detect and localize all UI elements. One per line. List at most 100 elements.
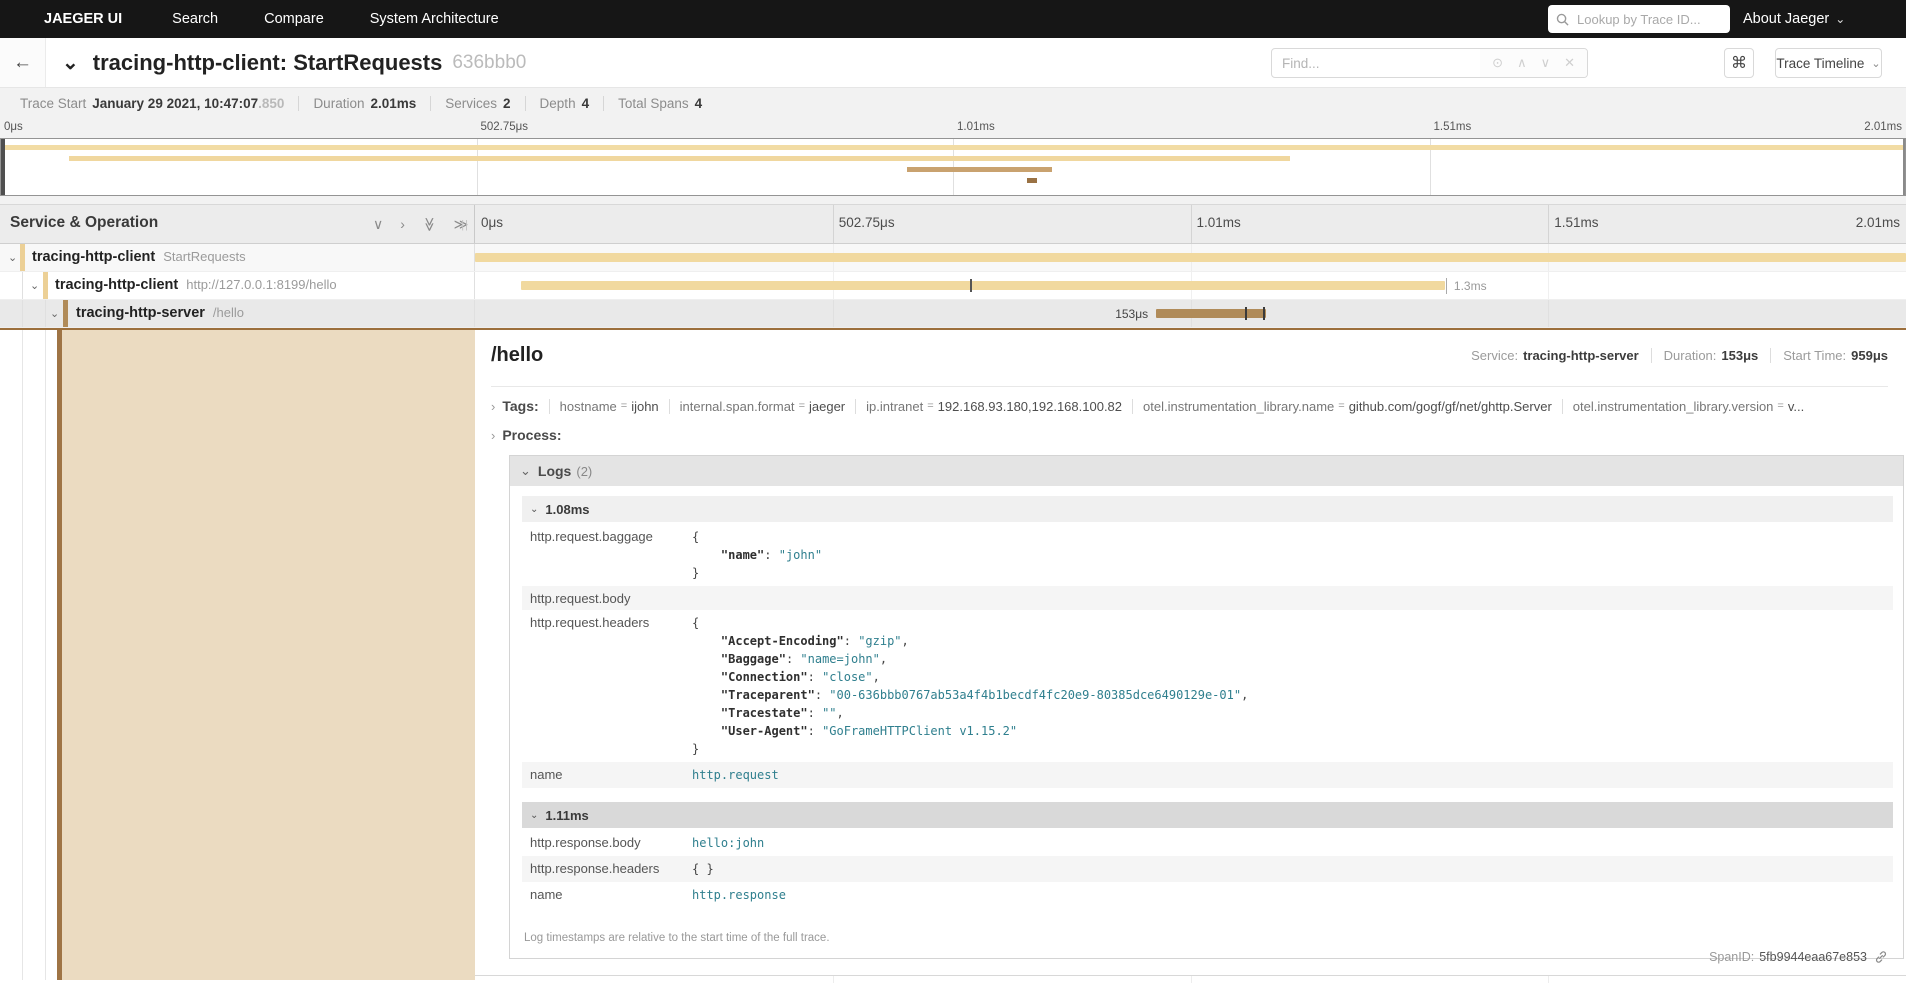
nav-item-system-architecture[interactable]: System Architecture <box>370 11 499 27</box>
span-duration-label: 1.3ms <box>1454 279 1487 293</box>
log-field-row: name http.response <box>522 882 1893 908</box>
span-name-cell[interactable]: ⌄ tracing-http-clienthttp://127.0.0.1:81… <box>0 272 475 299</box>
summary-services: Services 2 <box>430 96 510 111</box>
span-name-cell[interactable]: ⌄ tracing-http-clientStartRequests <box>0 244 475 271</box>
search-icon <box>1556 13 1569 26</box>
find-clear-icon[interactable]: ✕ <box>1564 55 1575 71</box>
span-row-startrequests[interactable]: ⌄ tracing-http-clientStartRequests <box>0 244 1906 272</box>
indent-guide <box>22 272 23 299</box>
tree-chevron-icon[interactable]: ⌄ <box>8 251 17 264</box>
tag-otel-lib-name: otel.instrumentation_library.name = gith… <box>1132 399 1552 414</box>
logs-accordian[interactable]: ⌄ Logs (2) <box>510 456 1903 486</box>
service-color-stripe <box>20 244 25 271</box>
indent-guide <box>22 300 23 327</box>
span-row-hello-selected[interactable]: ⌄ tracing-http-server/hello 153μs <box>0 300 1906 328</box>
viewport-left-handle[interactable] <box>1 139 5 195</box>
log-entry-toggle[interactable]: ⌄ 1.11ms <box>522 802 1893 828</box>
keyboard-shortcuts-button[interactable]: ⌘ <box>1724 48 1754 78</box>
chevron-right-icon: › <box>491 428 495 443</box>
json-value: { "Accept-Encoding": "gzip", "Baggage": … <box>692 614 1885 758</box>
minimap-viewport[interactable] <box>0 138 1906 196</box>
overview-service: Service: tracing-http-server <box>1471 348 1639 363</box>
nav-item-search[interactable]: Search <box>172 11 218 27</box>
trace-id-lookup[interactable] <box>1548 5 1730 33</box>
find-box[interactable]: ⊙ ∧ ∨ ✕ <box>1271 48 1588 78</box>
process-accordian[interactable]: › Process: <box>491 425 1888 445</box>
viewport-right-handle[interactable] <box>1903 139 1905 195</box>
log-marker[interactable] <box>1263 307 1265 320</box>
span-bar[interactable] <box>475 253 1906 262</box>
find-prev-icon[interactable]: ∧ <box>1517 55 1527 71</box>
span-color-tint <box>62 330 475 980</box>
collapse-all-icon[interactable]: ≫ <box>421 217 438 232</box>
log-marker[interactable] <box>1245 307 1247 320</box>
log-entry-toggle[interactable]: ⌄ 1.08ms <box>522 496 1893 522</box>
tree-chevron-icon[interactable]: ⌄ <box>50 307 59 320</box>
operation-name: /hello <box>213 305 244 320</box>
log-fields: http.response.body hello:john http.respo… <box>522 830 1893 908</box>
summary-total-spans: Total Spans 4 <box>603 96 702 111</box>
minimap-tick: 0μs <box>4 121 23 133</box>
span-detail-header[interactable]: /hello Service: tracing-http-server Dura… <box>491 344 1888 374</box>
tree-chevron-icon[interactable]: ⌄ <box>30 279 39 292</box>
find-controls: ⊙ ∧ ∨ ✕ <box>1480 49 1587 77</box>
log-marker[interactable] <box>970 279 972 292</box>
tags-accordian[interactable]: › Tags: hostname = ijohn internal.span.f… <box>491 396 1888 416</box>
span-name-cell[interactable]: ⌄ tracing-http-server/hello <box>0 300 475 327</box>
expand-one-icon[interactable]: › <box>400 216 405 232</box>
json-value: { "name": "john"} <box>692 528 1885 582</box>
find-input[interactable] <box>1272 56 1480 71</box>
chevron-down-icon: ⌄ <box>1835 12 1845 26</box>
minimap-tick-labels: 0μs 502.75μs 1.01ms 1.51ms 2.01ms <box>0 118 1906 138</box>
span-duration-label: 153μs <box>1115 307 1148 321</box>
summary-depth: Depth 4 <box>525 96 590 111</box>
axis-tick: 1.01ms <box>1197 215 1241 230</box>
minimap-tick: 1.51ms <box>1434 121 1472 133</box>
span-detail-panel: /hello Service: tracing-http-server Dura… <box>475 330 1906 980</box>
operation-name: http://127.0.0.1:8199/hello <box>186 277 336 292</box>
top-nav: JAEGER UI Search Compare System Architec… <box>0 0 1906 38</box>
chevron-down-icon: ⌄ <box>530 504 538 515</box>
find-next-icon[interactable]: ∨ <box>1541 55 1551 71</box>
row-gridline <box>1548 272 1549 299</box>
span-bar[interactable] <box>521 281 1445 290</box>
service-color-stripe <box>63 300 68 327</box>
span-bar-cell[interactable]: 153μs <box>475 300 1906 327</box>
trace-id-short: 636bbb0 <box>452 52 526 74</box>
about-jaeger-menu[interactable]: About Jaeger ⌄ <box>1743 0 1845 38</box>
service-name: tracing-http-client <box>32 249 155 265</box>
collapse-trace-chevron-icon[interactable]: ⌄ <box>62 58 79 68</box>
span-bar-cell[interactable] <box>475 244 1906 271</box>
span-bar[interactable] <box>1156 309 1266 318</box>
span-rows: ⌄ tracing-http-clientStartRequests ⌄ tra… <box>0 244 1906 328</box>
detail-divider <box>491 386 1888 387</box>
logs-body: ⌄ 1.08ms http.request.baggage { "name": … <box>510 486 1903 958</box>
span-row-http-client-call[interactable]: ⌄ tracing-http-clienthttp://127.0.0.1:81… <box>0 272 1906 300</box>
tag-hostname: hostname = ijohn <box>549 399 659 414</box>
axis-tick: 502.75μs <box>839 215 895 230</box>
find-scope-icon[interactable]: ⊙ <box>1492 55 1503 71</box>
log-field-row: http.request.baggage { "name": "john"} <box>522 524 1893 586</box>
collapse-one-icon[interactable]: ∨ <box>373 216 383 233</box>
axis-gridline <box>1191 205 1192 243</box>
logs-count: (2) <box>576 464 592 479</box>
trace-header: ← ⌄ tracing-http-client: StartRequests 6… <box>0 38 1906 88</box>
trace-title-wrap: ⌄ tracing-http-client: StartRequests 636… <box>62 38 526 87</box>
axis-gridline <box>1548 205 1549 243</box>
back-button[interactable]: ← <box>0 38 46 87</box>
column-resizer-grip[interactable]: || <box>461 219 469 231</box>
log-field-row: name http.request <box>522 762 1893 788</box>
jaeger-logo[interactable]: JAEGER UI <box>44 11 122 27</box>
trace-id-lookup-input[interactable] <box>1575 11 1722 28</box>
spanid-row: SpanID: 5fb9944eaa67e853 <box>1709 950 1888 964</box>
span-bar-cell[interactable]: 1.3ms <box>475 272 1906 299</box>
bar-end-tick <box>1446 278 1447 294</box>
nav-item-compare[interactable]: Compare <box>264 11 324 27</box>
minimap-canvas[interactable] <box>0 138 1906 196</box>
link-icon[interactable] <box>1874 950 1888 964</box>
minimap-gap <box>0 196 1906 204</box>
span-operation-title: /hello <box>491 344 543 367</box>
service-name: tracing-http-server <box>76 305 205 321</box>
trace-view-selector[interactable]: Trace Timeline ⌄ <box>1775 48 1882 78</box>
log-field-row: http.request.body <box>522 586 1893 610</box>
